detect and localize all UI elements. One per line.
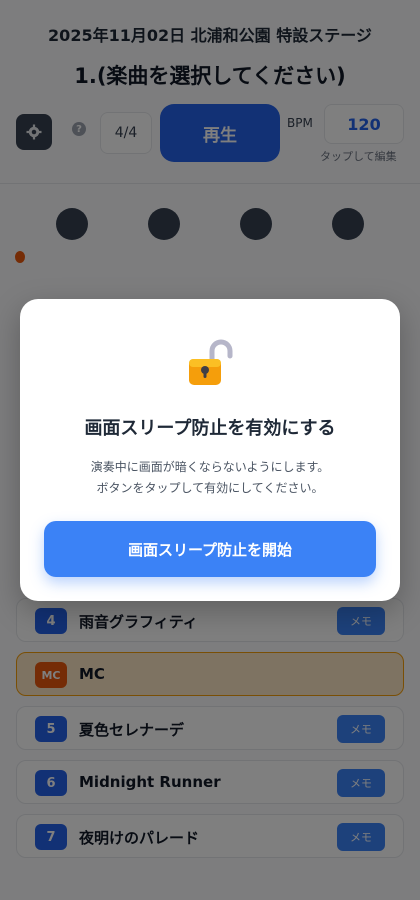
modal-heading: 画面スリープ防止を有効にする [84,418,336,439]
modal-description-line: ボタンをタップして有効にしてください。 [96,481,324,495]
wake-lock-modal: 画面スリープ防止を有効にする 演奏中に画面が暗くならないようにします。 ボタンを… [20,299,400,601]
modal-description-line: 演奏中に画面が暗くならないようにします。 [90,460,330,474]
start-wake-lock-button[interactable]: 画面スリープ防止を開始 [44,521,376,577]
modal-description: 演奏中に画面が暗くならないようにします。 ボタンをタップして有効にしてください。 [20,457,400,499]
unlocked-padlock-icon [189,339,233,385]
